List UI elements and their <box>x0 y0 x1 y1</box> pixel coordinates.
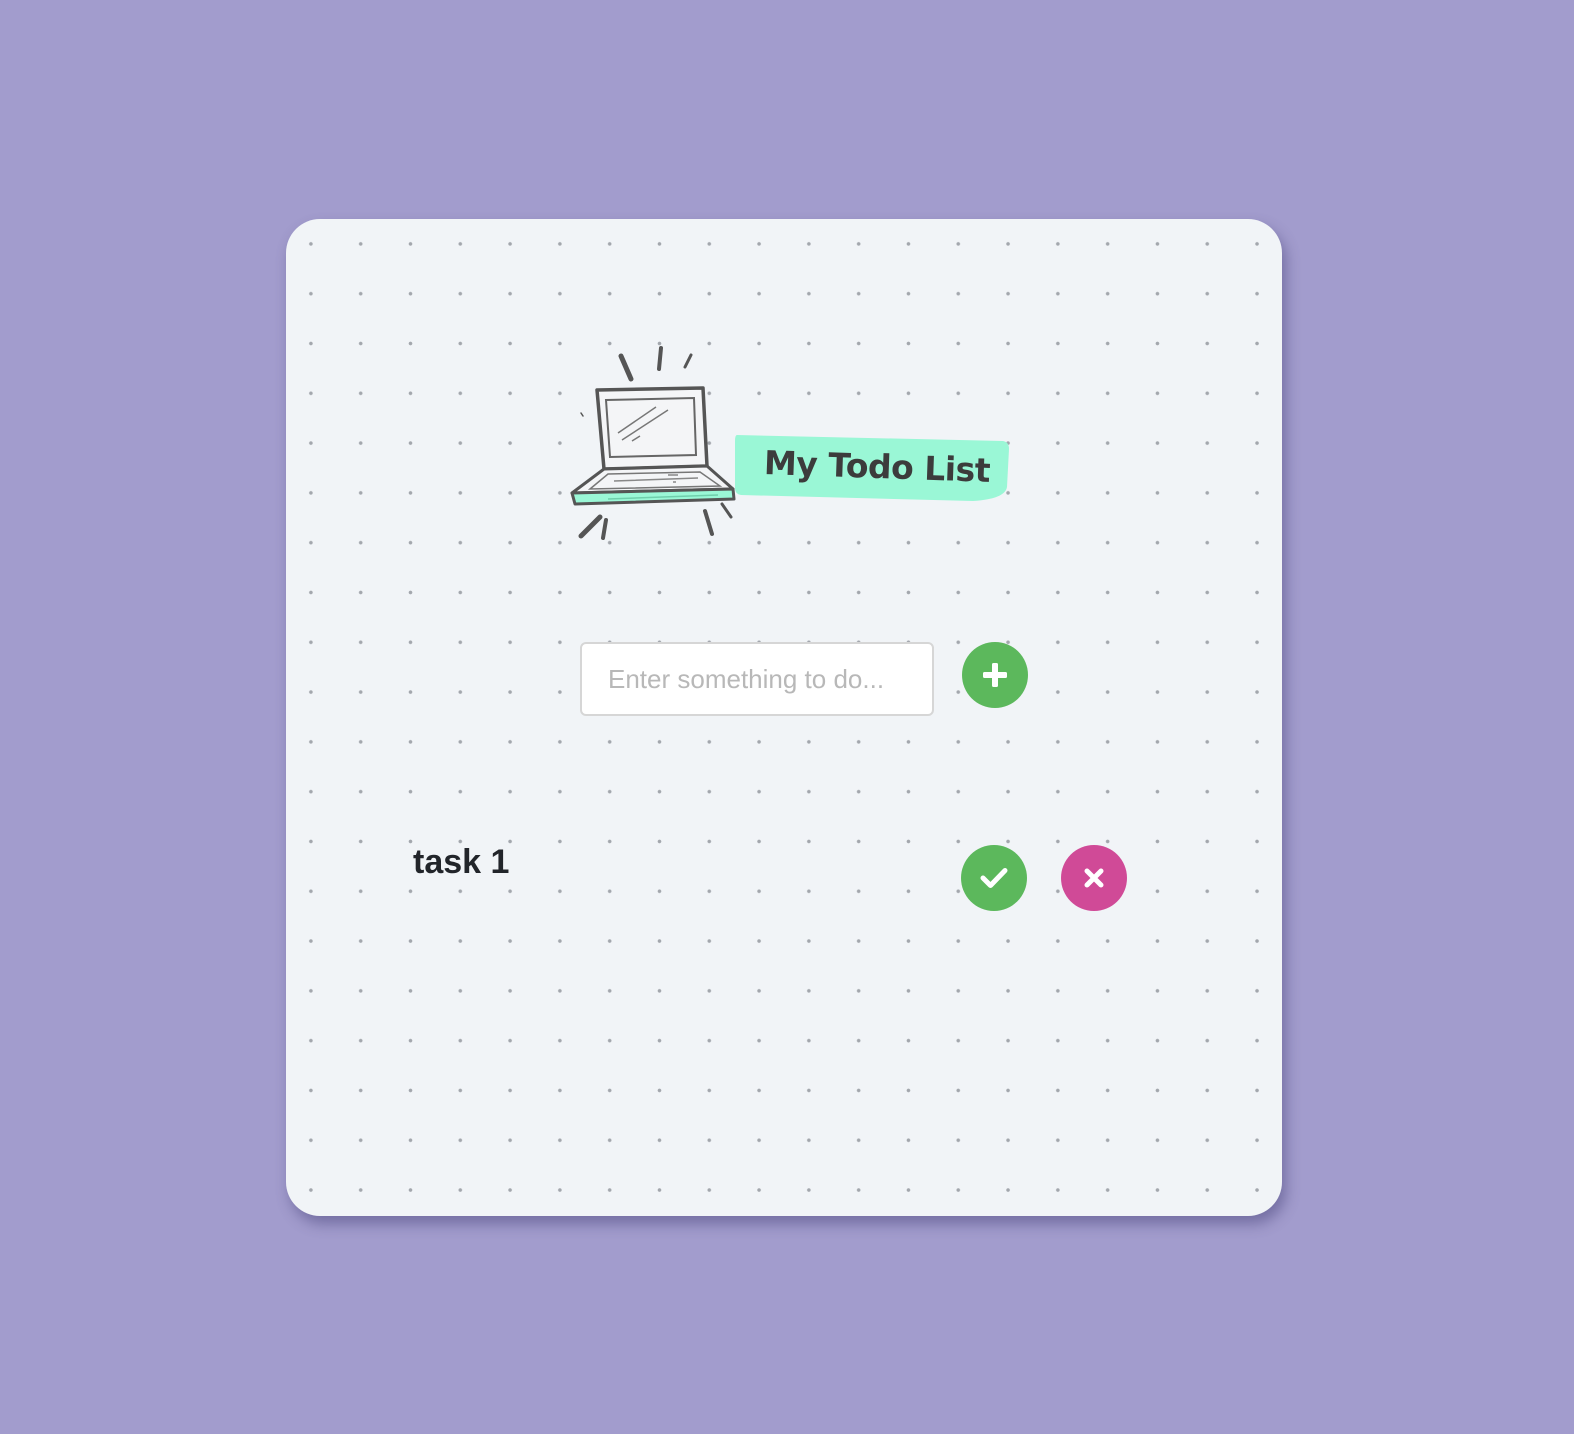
check-icon <box>980 868 1008 888</box>
page-title: My Todo List <box>763 443 991 490</box>
todo-input[interactable] <box>580 642 934 716</box>
close-icon <box>1084 868 1104 888</box>
add-task-button[interactable] <box>962 642 1028 708</box>
delete-task-button[interactable] <box>1061 845 1127 911</box>
task-label: task 1 <box>413 843 510 881</box>
app-logo: My Todo List <box>548 341 1028 551</box>
todo-card: My Todo List task 1 <box>286 219 1282 1216</box>
plus-icon <box>983 663 1007 687</box>
complete-task-button[interactable] <box>961 845 1027 911</box>
title-badge: My Todo List <box>733 433 1011 503</box>
laptop-icon <box>570 346 736 540</box>
